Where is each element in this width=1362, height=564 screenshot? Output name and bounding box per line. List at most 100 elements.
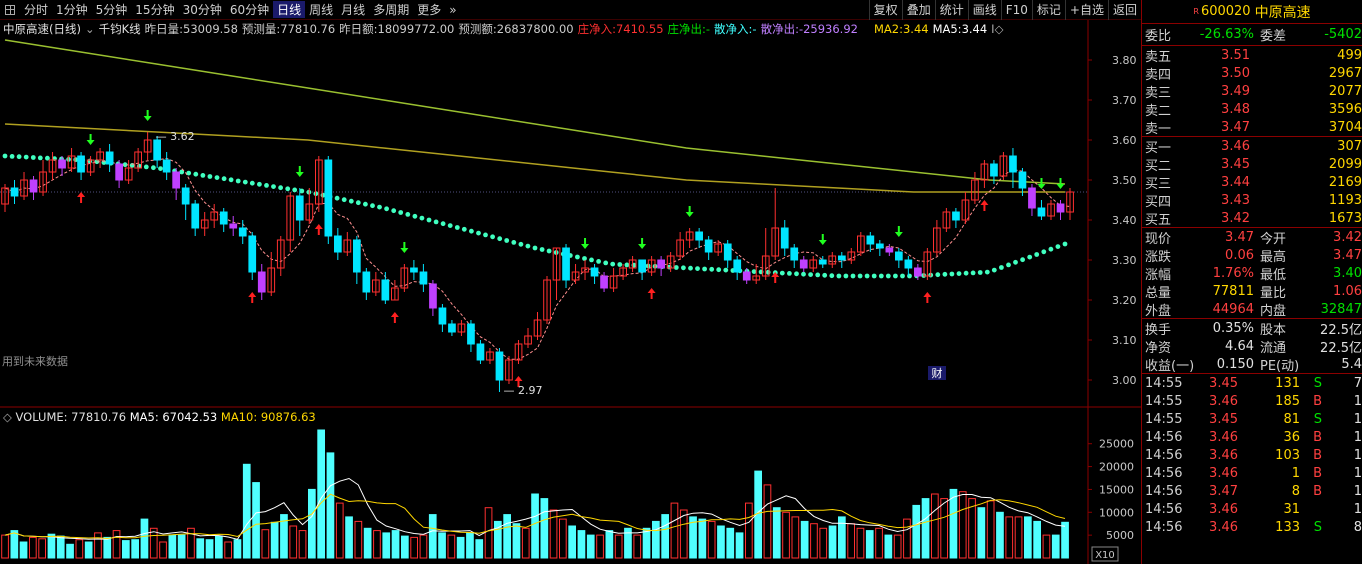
tab-period-2[interactable]: 5分钟 — [92, 1, 132, 18]
volume-bar — [1061, 521, 1069, 559]
tick-row: 14:55 3.45 81 S 1 — [1142, 410, 1362, 428]
tab-period-4[interactable]: 30分钟 — [179, 1, 226, 18]
fund-value: 5.4 — [1341, 356, 1362, 372]
ma2-value: 3.44 — [902, 22, 929, 36]
fund-value: 0.35% — [1212, 320, 1254, 336]
fund-label: 流通 — [1260, 340, 1287, 356]
retail-in-label: 散净入: — [714, 22, 753, 36]
buy-arrow-icon — [923, 292, 932, 303]
margin-flag: R — [1193, 7, 1199, 16]
tool-button-2[interactable]: 统计 — [934, 0, 968, 20]
dotted-ma-point — [765, 269, 771, 275]
tool-button-4[interactable]: F10 — [1000, 0, 1032, 20]
volume-bar — [363, 527, 372, 559]
tool-button-0[interactable]: 复权 — [868, 0, 902, 20]
dotted-ma-point — [476, 230, 481, 236]
volume-bar — [242, 463, 251, 559]
dotted-ma-point — [214, 175, 220, 181]
candle-body — [1009, 155, 1017, 173]
candle-body — [381, 279, 390, 301]
stats-value: 32847 — [1320, 301, 1362, 317]
dotted-ma-point — [504, 238, 510, 243]
fundamentals: 换手 0.35% 股本 22.5亿 净资 4.64 流通 22.5亿 收益(一) 0.150 PE(… — [1142, 319, 1362, 374]
volume-unit-label: X10 — [1095, 550, 1115, 561]
dotted-ma-point — [596, 259, 601, 264]
volume-tick-label: 15000 — [1099, 483, 1134, 496]
candle-body — [818, 259, 827, 265]
candle-body — [914, 267, 922, 277]
chart-type-label[interactable]: 千钧K线 — [99, 21, 141, 37]
tick-count: 1 — [1353, 429, 1362, 445]
period-toolbar: 分时 1分钟 5分钟 15分钟 30分钟 60分钟 日线 周线 月线 多周期 更多 » 复权 叠加 统计… — [0, 0, 1141, 20]
est-vol-value: 77810.76 — [280, 22, 336, 36]
volume-tick-label: 20000 — [1099, 461, 1134, 474]
stock-name[interactable]: 中原高速 — [1255, 2, 1311, 22]
volume-bar — [782, 511, 790, 559]
tab-period-9[interactable]: 多周期 — [369, 1, 413, 18]
candle-body — [876, 243, 884, 249]
volume-chart[interactable]: 5000 10000 15000 20000 25000 ◇ VOLUME: 77810.… — [0, 408, 1141, 564]
asks-row: 卖四 3.50 2967 — [1142, 64, 1362, 83]
fin-marker: 财 — [932, 366, 943, 380]
dotted-ma-point — [801, 271, 806, 277]
tick-volume: 31 — [1283, 501, 1300, 517]
candle-body — [29, 179, 38, 193]
tab-period-8[interactable]: 月线 — [337, 1, 369, 18]
sell-arrow-icon — [685, 206, 694, 217]
tool-button-1[interactable]: 叠加 — [901, 0, 935, 20]
candle-body — [838, 255, 846, 261]
tool-button-6[interactable]: +自选 — [1064, 0, 1108, 20]
dotted-ma-point — [532, 245, 538, 251]
asks-label: 卖五 — [1145, 49, 1172, 65]
close-panel-icon[interactable]: I◇ — [991, 22, 1003, 36]
tick-row: 14:56 3.46 103 B 1 — [1142, 446, 1362, 464]
volume-info: ◇ VOLUME: 77810.76 MA5: 67042.53 MA10: 9… — [3, 410, 316, 424]
tab-period-0[interactable]: 分时 — [20, 1, 52, 18]
grid-menu-icon[interactable] — [0, 0, 20, 20]
bids-volume: 2169 — [1328, 174, 1362, 190]
dotted-ma-point — [984, 269, 990, 275]
tool-button-7[interactable]: 返回 — [1107, 0, 1141, 20]
volume-bar — [215, 535, 223, 559]
y-tick-label: 3.10 — [1112, 334, 1137, 347]
dotted-ma-point — [1055, 244, 1061, 250]
tab-period-6[interactable]: 日线 — [273, 1, 306, 18]
volume-bar — [56, 535, 65, 559]
price-chart[interactable]: 3.00 3.10 3.20 3.30 3.40 3.50 3.60 3.70 3.80 — 3.… — [0, 20, 1141, 408]
bids-volume: 1673 — [1328, 210, 1362, 226]
candle-body — [105, 151, 114, 165]
dotted-ma-point — [1006, 262, 1011, 268]
dotted-ma-point — [624, 262, 630, 268]
stock-code[interactable]: 600020 — [1201, 4, 1251, 19]
volume-bar — [270, 521, 279, 559]
stats-label: 最高 — [1260, 249, 1287, 265]
dropdown-icon[interactable]: ⌄ — [85, 22, 95, 36]
volume-bar — [772, 507, 781, 559]
stats-value: 1.76% — [1212, 265, 1254, 281]
tab-period-5[interactable]: 60分钟 — [226, 1, 273, 18]
prev-amt-value: 18099772.00 — [377, 22, 455, 36]
tool-button-5[interactable]: 标记 — [1031, 0, 1065, 20]
volume-bar — [1, 534, 9, 559]
sell-arrow-icon — [894, 226, 903, 237]
dotted-ma-point — [582, 256, 587, 261]
y-tick-label: 3.00 — [1112, 374, 1137, 387]
volume-bar — [261, 529, 270, 559]
bids-label: 买五 — [1145, 212, 1172, 228]
volume-bar — [205, 539, 214, 559]
tick-volume: 185 — [1275, 393, 1300, 409]
tab-period-10[interactable]: 更多 — [413, 1, 445, 18]
tab-period-7[interactable]: 周线 — [305, 1, 337, 18]
dotted-ma-point — [355, 200, 361, 206]
dotted-ma-point — [956, 271, 962, 276]
more-arrow-icon[interactable]: » — [445, 3, 460, 17]
dotted-ma-point — [461, 226, 467, 232]
dotted-ma-point — [723, 267, 729, 273]
dotted-ma-point — [864, 273, 870, 279]
tab-period-1[interactable]: 1分钟 — [52, 1, 92, 18]
tool-button-3[interactable]: 画线 — [967, 0, 1001, 20]
tab-period-3[interactable]: 15分钟 — [131, 1, 178, 18]
bids-label: 买一 — [1145, 140, 1172, 156]
volume-bar — [670, 502, 679, 559]
candle-body — [1028, 187, 1036, 209]
